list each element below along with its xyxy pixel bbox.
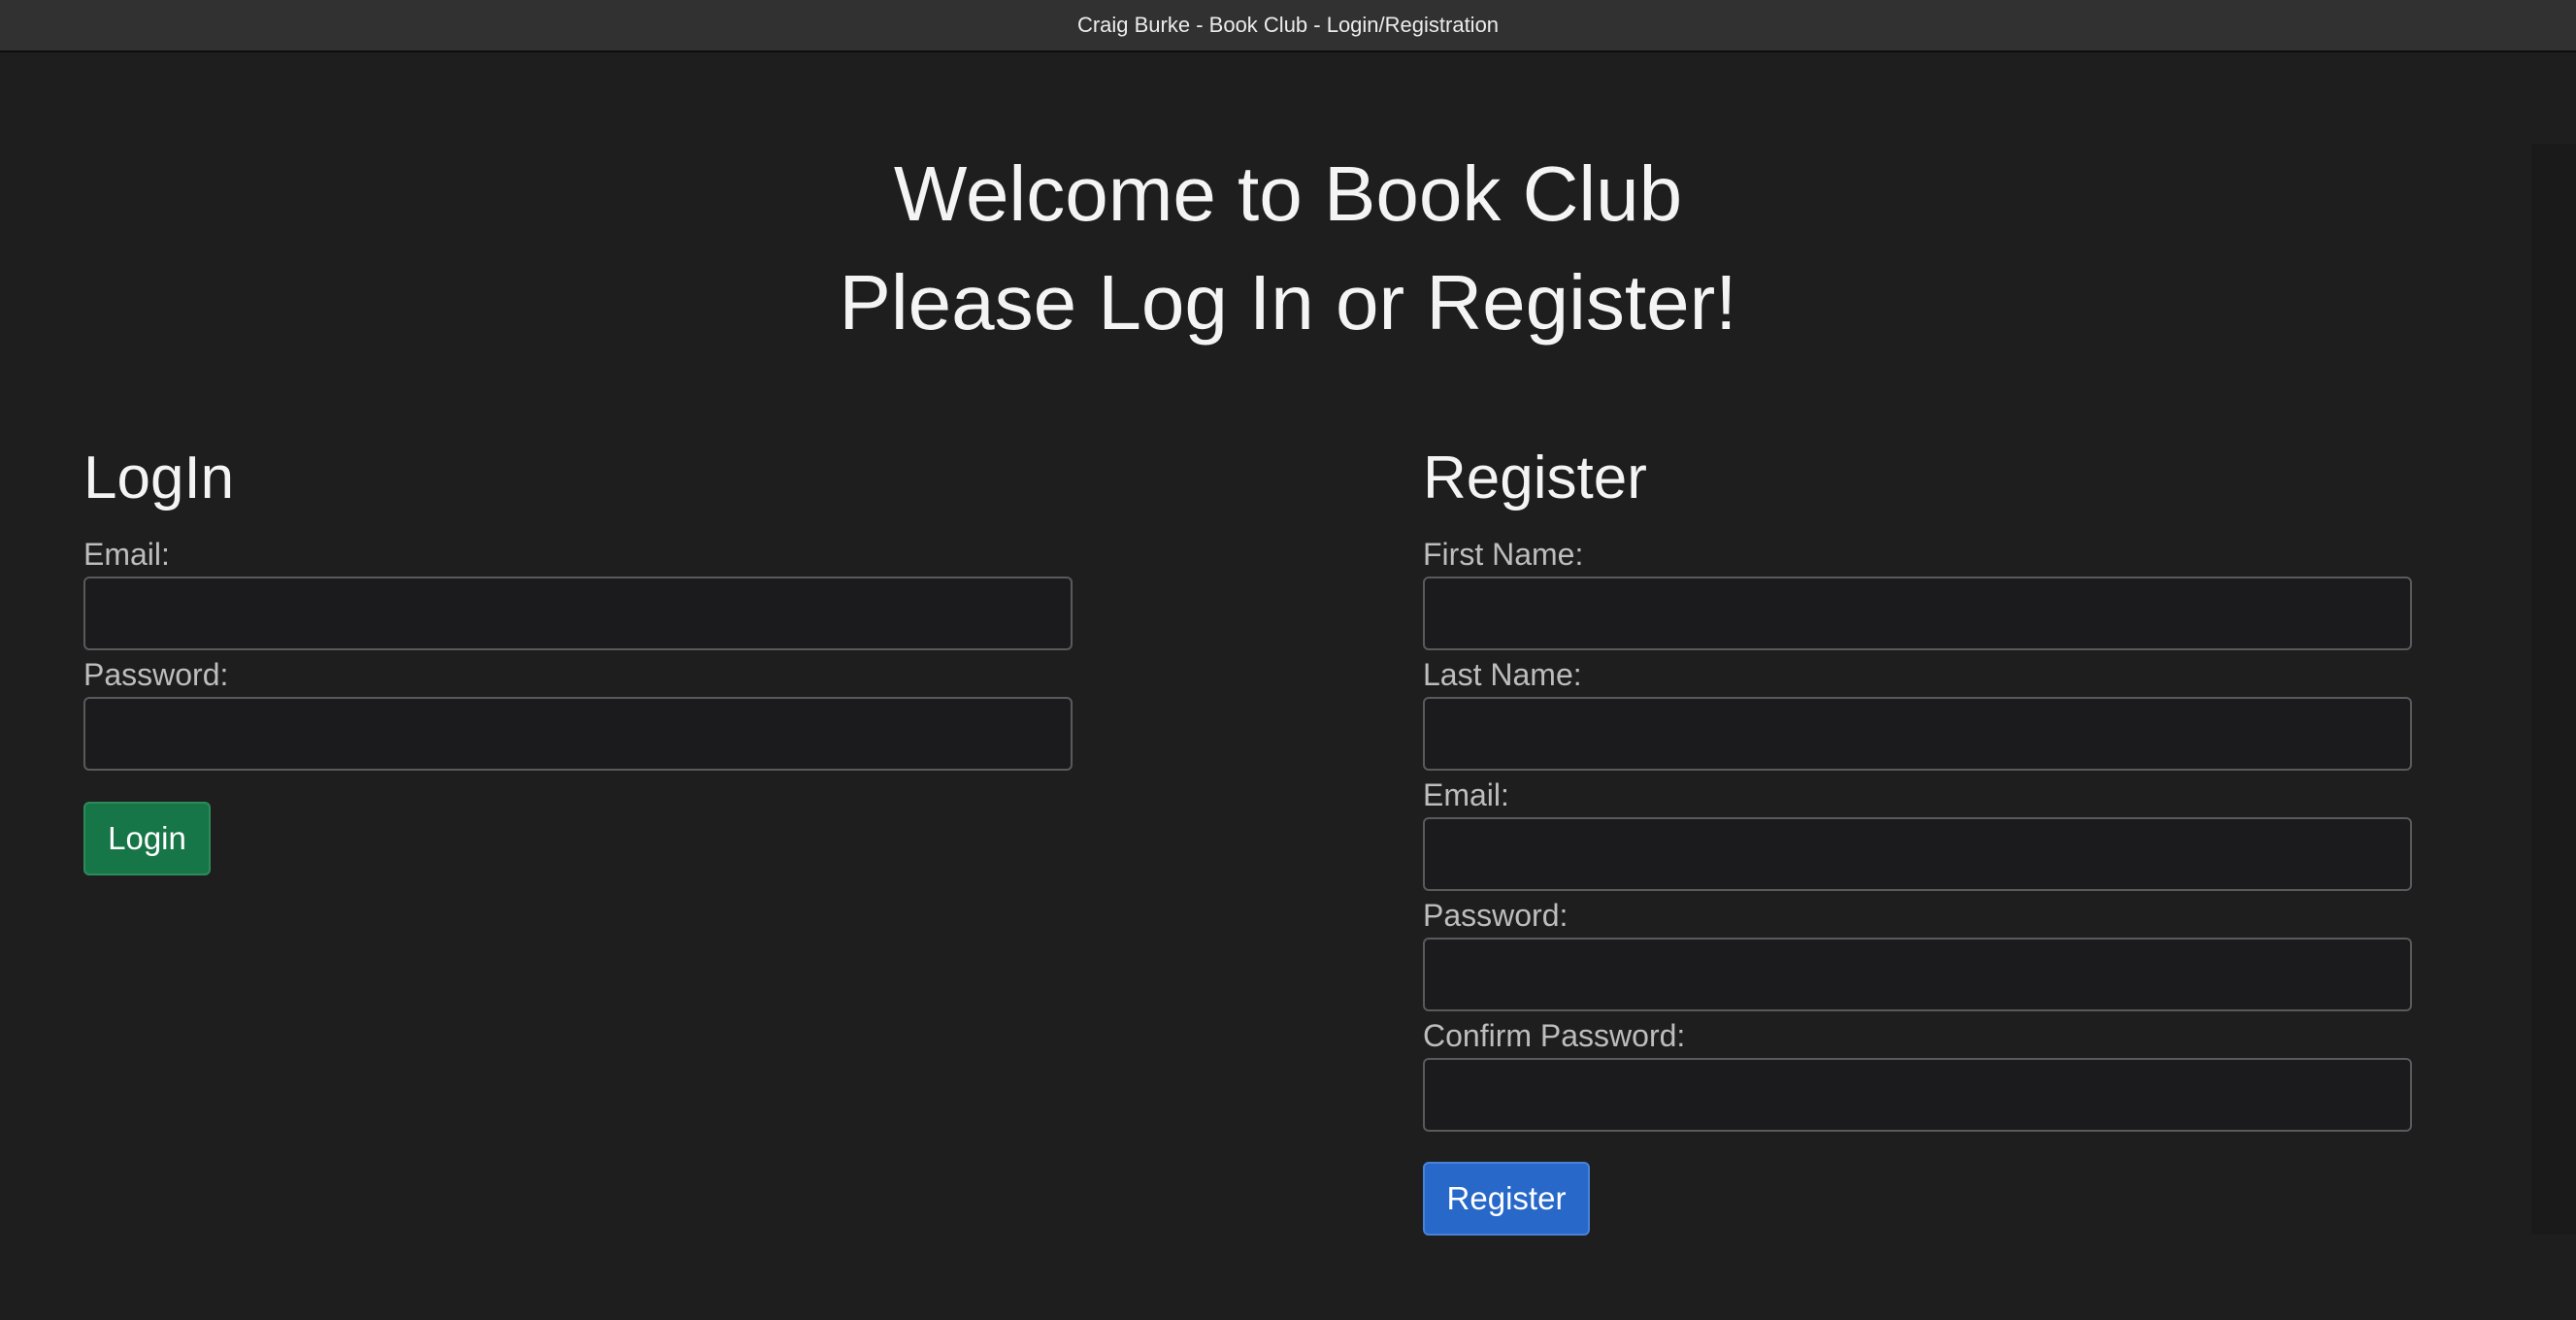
last-name-input[interactable] — [1423, 697, 2412, 771]
register-password-input[interactable] — [1423, 938, 2412, 1011]
confirm-password-label: Confirm Password: — [1423, 1018, 1686, 1053]
first-name-label: First Name: — [1423, 537, 1584, 572]
last-name-label: Last Name: — [1423, 657, 1582, 692]
window-titlebar: Craig Burke - Book Club - Login/Registra… — [0, 0, 2576, 52]
first-name-input[interactable] — [1423, 577, 2412, 650]
confirm-password-input[interactable] — [1423, 1058, 2412, 1132]
login-password-label: Password: — [83, 657, 229, 692]
login-email-input[interactable] — [83, 577, 1073, 650]
register-password-label: Password: — [1423, 898, 1569, 933]
window-title: Craig Burke - Book Club - Login/Registra… — [1076, 13, 1500, 37]
login-button[interactable]: Login — [83, 802, 211, 875]
register-email-input[interactable] — [1423, 817, 2412, 891]
welcome-heading: Welcome to Book Club — [893, 150, 1683, 237]
prompt-heading: Please Log In or Register! — [839, 259, 1737, 346]
login-password-input[interactable] — [83, 697, 1073, 771]
login-title: LogIn — [83, 445, 235, 512]
register-email-label: Email: — [1423, 777, 1509, 812]
register-button[interactable]: Register — [1423, 1162, 1590, 1236]
login-email-label: Email: — [83, 537, 170, 572]
register-title: Register — [1423, 445, 1647, 512]
